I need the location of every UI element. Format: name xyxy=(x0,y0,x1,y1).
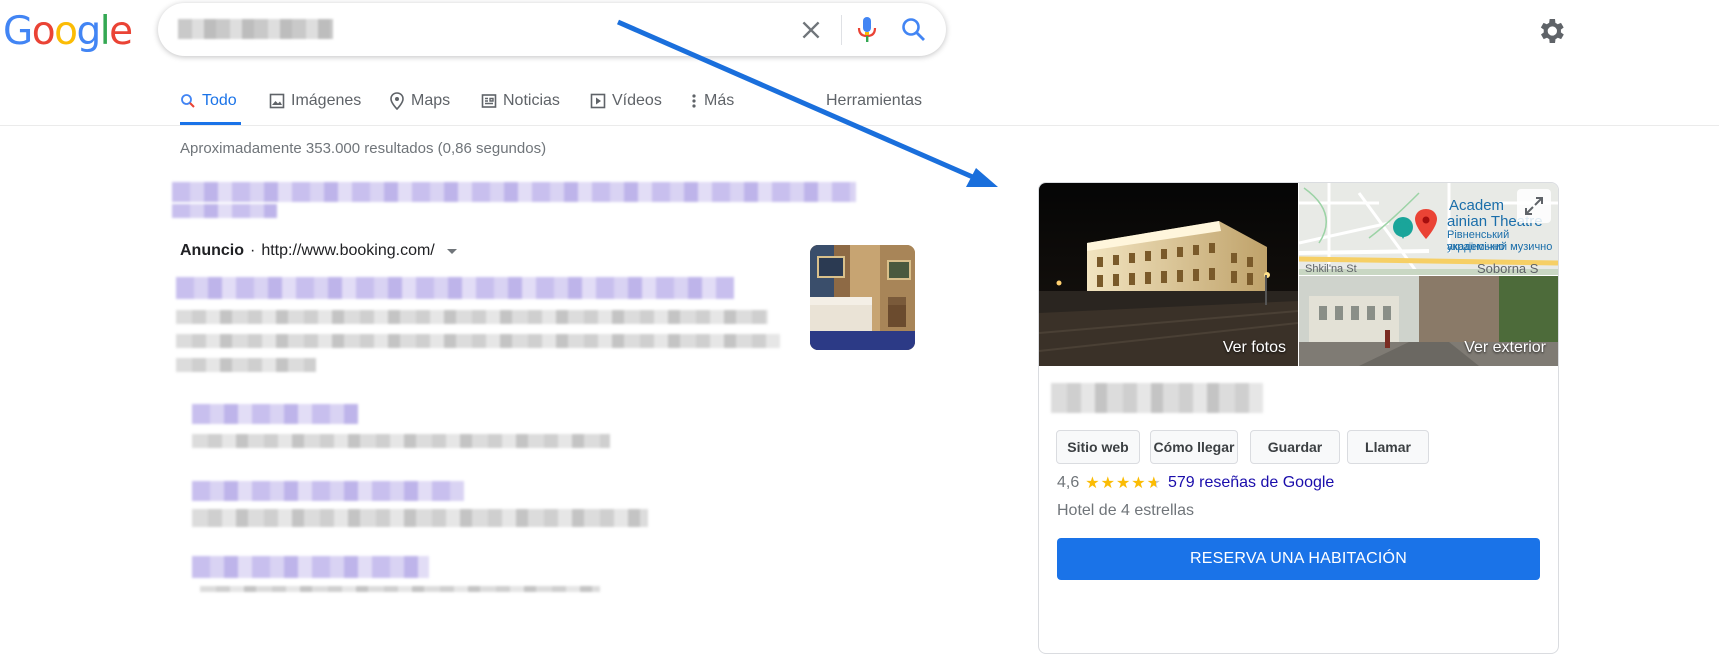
map-street-label: Soborna S xyxy=(1477,261,1539,276)
tab-herramientas[interactable]: Herramientas xyxy=(826,88,922,114)
blurred-ad-text xyxy=(176,334,780,348)
tab-label: Herramientas xyxy=(826,92,923,109)
blurred-result-title[interactable] xyxy=(172,182,856,202)
tab-label: Noticias xyxy=(503,92,560,109)
blurred-sitelink-title[interactable] xyxy=(192,481,464,501)
blurred-sitelink-title[interactable] xyxy=(192,556,429,578)
blurred-result-title-cont[interactable] xyxy=(172,204,277,218)
tab-label: Más xyxy=(704,92,735,109)
blurred-sitelink-text xyxy=(200,586,600,592)
tab-imagenes[interactable]: Imágenes xyxy=(269,88,361,114)
tab-videos[interactable]: Vídeos xyxy=(590,88,662,114)
tab-todo[interactable]: Todo xyxy=(180,88,237,114)
view-exterior-label[interactable]: Ver exterior xyxy=(1464,339,1546,357)
tabs-divider xyxy=(0,125,1719,126)
map-label: український музично xyxy=(1447,241,1553,253)
knowledge-panel: Ver fotos Academ ainian Theatre Рівненсь… xyxy=(1038,182,1559,654)
save-button[interactable]: Guardar xyxy=(1250,430,1340,464)
hotel-type: Hotel de 4 estrellas xyxy=(1057,502,1194,519)
blurred-ad-title[interactable] xyxy=(176,277,734,299)
search-input[interactable] xyxy=(178,19,333,39)
ad-url[interactable]: http://www.booking.com/ xyxy=(261,242,434,260)
ad-menu-caret-icon[interactable] xyxy=(446,248,457,254)
star-rating-icon: ★★★★★ xyxy=(1085,475,1162,492)
tab-label: Imágenes xyxy=(291,92,362,109)
tab-label: Todo xyxy=(202,92,237,109)
call-button[interactable]: Llamar xyxy=(1347,430,1429,464)
clear-icon[interactable] xyxy=(798,17,824,43)
hotel-name xyxy=(1051,383,1263,413)
map-street-label: Shkil'na St xyxy=(1305,263,1357,275)
rating-value: 4,6 xyxy=(1057,474,1080,491)
image-icon xyxy=(269,93,285,109)
blurred-sitelink-text xyxy=(192,434,610,448)
map-thumbnail[interactable]: Academ ainian Theatre Рівненський академ… xyxy=(1298,183,1558,276)
rating-row: 4,6 ★★★★★ 579 reseñas de Google xyxy=(1057,473,1334,493)
blurred-ad-text xyxy=(176,358,316,372)
tab-label: Vídeos xyxy=(612,92,662,109)
ad-separator: · xyxy=(250,242,256,259)
expand-map-icon[interactable] xyxy=(1517,189,1551,223)
search-icon[interactable] xyxy=(899,15,929,45)
mic-icon[interactable] xyxy=(855,15,879,45)
tab-maps[interactable]: Maps xyxy=(389,88,450,114)
tab-mas[interactable]: Más xyxy=(690,88,734,114)
search-divider xyxy=(841,15,842,45)
map-label: Academ xyxy=(1449,197,1505,214)
reserve-room-button[interactable]: RESERVA UNA HABITACIÓN xyxy=(1057,538,1540,580)
result-stats: Aproximadamente 353.000 resultados (0,86… xyxy=(180,140,547,157)
hotel-photo[interactable]: Ver fotos xyxy=(1039,183,1299,366)
reviews-link[interactable]: 579 reseñas de Google xyxy=(1168,474,1334,492)
website-button[interactable]: Sitio web xyxy=(1056,430,1140,464)
google-logo[interactable]: Google xyxy=(3,10,133,54)
gear-icon[interactable] xyxy=(1535,15,1567,47)
more-vert-icon xyxy=(692,94,696,108)
blurred-ad-text xyxy=(176,310,768,324)
map-pin-icon xyxy=(390,92,404,110)
search-box[interactable] xyxy=(158,3,946,56)
street-view-photo[interactable]: Ver exterior xyxy=(1299,276,1558,366)
ad-header: Anuncio · http://www.booking.com/ xyxy=(180,242,457,260)
search-icon xyxy=(181,94,195,108)
play-icon xyxy=(590,93,606,109)
directions-button[interactable]: Cómo llegar xyxy=(1150,430,1238,464)
ad-label: Anuncio xyxy=(180,242,244,259)
tab-noticias[interactable]: Noticias xyxy=(481,88,560,114)
news-icon xyxy=(481,94,497,108)
tab-label: Maps xyxy=(411,92,451,109)
ad-thumbnail-image[interactable] xyxy=(810,245,915,350)
blurred-sitelink-text xyxy=(192,509,648,527)
blurred-sitelink-title[interactable] xyxy=(192,404,358,424)
view-photos-label[interactable]: Ver fotos xyxy=(1223,339,1286,357)
